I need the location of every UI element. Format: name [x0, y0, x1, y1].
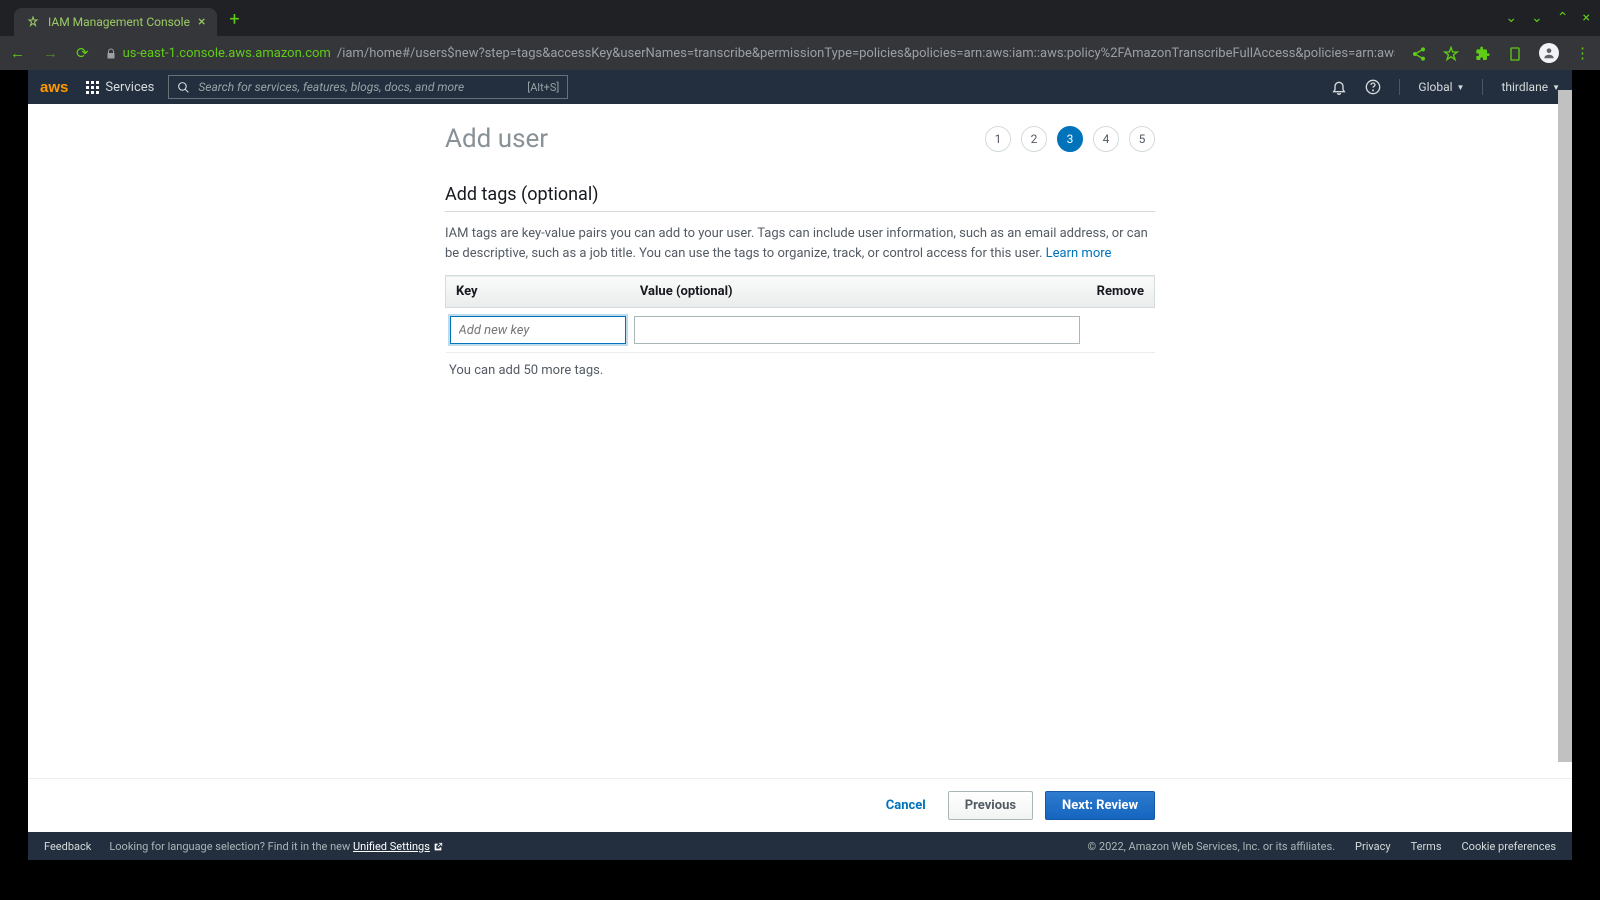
url-domain: us-east-1.console.aws.amazon.com [123, 46, 331, 61]
tags-hint: You can add 50 more tags. [445, 363, 1155, 378]
services-label: Services [105, 80, 154, 95]
kebab-menu-icon[interactable]: ⋮ [1575, 44, 1590, 62]
lock-icon [105, 46, 117, 60]
aws-topnav-right: Global ▼ thirdlane ▼ [1331, 79, 1560, 95]
window-controls: ⌄ ⌄ ⌃ × [1505, 10, 1590, 26]
page-title: Add user [445, 124, 548, 154]
column-header-value: Value (optional) [630, 276, 1084, 308]
back-button[interactable]: ← [10, 44, 25, 62]
divider [1399, 79, 1400, 95]
section-description: IAM tags are key-value pairs you can add… [445, 224, 1155, 263]
window-minimize-icon[interactable]: ⌄ [1531, 10, 1543, 26]
notifications-button[interactable] [1331, 79, 1347, 95]
footer-link-terms[interactable]: Terms [1411, 840, 1442, 853]
tab-favicon-icon [26, 15, 40, 29]
wizard-steps: 1 2 3 4 5 [985, 126, 1155, 152]
address-bar[interactable]: us-east-1.console.aws.amazon.com/iam/hom… [105, 46, 1395, 61]
wizard-step-4[interactable]: 4 [1093, 126, 1119, 152]
wizard-step-5[interactable]: 5 [1129, 126, 1155, 152]
chevron-down-icon: ▼ [1457, 83, 1465, 92]
nav-icons: ← → ⟳ [10, 44, 89, 62]
aws-footer: Feedback Looking for language selection?… [28, 832, 1572, 860]
profile-avatar-icon[interactable] [1539, 43, 1559, 63]
forward-button[interactable]: → [43, 44, 58, 62]
column-header-remove: Remove [1084, 276, 1155, 308]
new-tab-button[interactable]: + [229, 9, 239, 30]
section-title: Add tags (optional) [445, 184, 1155, 212]
reload-button[interactable]: ⟳ [76, 44, 89, 62]
wizard-step-1[interactable]: 1 [985, 126, 1011, 152]
learn-more-link[interactable]: Learn more [1046, 246, 1112, 261]
copyright: © 2022, Amazon Web Services, Inc. or its… [1088, 840, 1336, 853]
tab-title: IAM Management Console [48, 15, 190, 29]
window-close-icon[interactable]: × [1583, 10, 1590, 26]
services-menu-button[interactable]: Services [86, 80, 154, 95]
share-icon[interactable] [1411, 44, 1427, 62]
device-icon[interactable] [1507, 44, 1523, 62]
column-header-key: Key [446, 276, 630, 308]
search-placeholder: Search for services, features, blogs, do… [198, 80, 464, 94]
previous-button[interactable]: Previous [948, 791, 1033, 820]
window-maximize-icon[interactable]: ⌃ [1557, 10, 1569, 26]
aws-topnav: aws Services Search for services, featur… [28, 70, 1572, 104]
bookmark-icon[interactable] [1443, 44, 1459, 62]
footer-right: © 2022, Amazon Web Services, Inc. or its… [1088, 840, 1556, 853]
close-icon[interactable]: × [198, 14, 205, 30]
search-input[interactable]: Search for services, features, blogs, do… [168, 75, 568, 99]
url-path: /iam/home#/users$new?step=tags&accessKey… [337, 46, 1395, 61]
page-header: Add user 1 2 3 4 5 [445, 124, 1155, 154]
browser-tab[interactable]: IAM Management Console × [14, 8, 217, 36]
tab-bar: IAM Management Console × + ⌄ ⌄ ⌃ × [0, 0, 1600, 36]
address-bar-row: ← → ⟳ us-east-1.console.aws.amazon.com/i… [0, 36, 1600, 70]
grid-icon [86, 81, 99, 94]
scrollbar-thumb[interactable] [1558, 90, 1572, 762]
help-button[interactable] [1365, 79, 1381, 95]
external-link-icon [433, 840, 443, 853]
chevron-down-icon[interactable]: ⌄ [1505, 10, 1517, 26]
feedback-link[interactable]: Feedback [44, 840, 91, 853]
tags-table: Key Value (optional) Remove [445, 275, 1155, 353]
aws-console: aws Services Search for services, featur… [28, 70, 1572, 860]
account-selector[interactable]: thirdlane ▼ [1501, 80, 1560, 94]
tag-value-input[interactable] [634, 316, 1080, 344]
cancel-button[interactable]: Cancel [876, 792, 936, 819]
browser-chrome: IAM Management Console × + ⌄ ⌄ ⌃ × ← → ⟳… [0, 0, 1600, 70]
search-shortcut: [Alt+S] [527, 81, 559, 94]
footer-link-cookies[interactable]: Cookie preferences [1462, 840, 1556, 853]
lang-hint: Looking for language selection? Find it … [109, 840, 443, 853]
browser-right-controls: ⋮ [1411, 43, 1590, 63]
wizard-step-3[interactable]: 3 [1057, 126, 1083, 152]
main-content: Add user 1 2 3 4 5 Add tags (optional) I… [28, 104, 1572, 778]
divider [1482, 79, 1483, 95]
wizard-footer: Cancel Previous Next: Review [28, 778, 1572, 832]
search-icon [177, 80, 190, 94]
wizard-step-2[interactable]: 2 [1021, 126, 1047, 152]
unified-settings-link[interactable]: Unified Settings [353, 840, 430, 853]
scrollbar[interactable] [1558, 90, 1572, 762]
extensions-icon[interactable] [1475, 44, 1491, 62]
region-selector[interactable]: Global ▼ [1418, 80, 1464, 94]
table-row [446, 308, 1155, 353]
aws-logo[interactable]: aws [40, 78, 68, 96]
tag-key-input[interactable] [450, 316, 626, 344]
footer-link-privacy[interactable]: Privacy [1355, 840, 1391, 853]
next-button[interactable]: Next: Review [1045, 791, 1155, 820]
